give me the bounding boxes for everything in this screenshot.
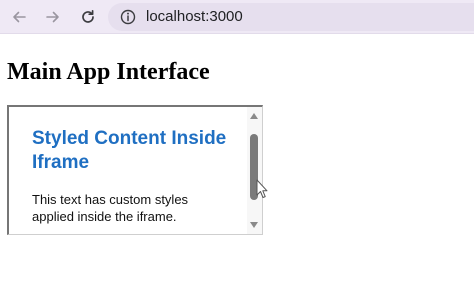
reload-button[interactable] [74,3,102,31]
scroll-down-icon[interactable] [250,222,258,228]
browser-toolbar: localhost:3000 [0,0,474,34]
address-bar[interactable]: localhost:3000 [108,3,474,31]
forward-button[interactable] [39,3,67,31]
reload-icon [82,9,94,23]
back-button[interactable] [5,3,33,31]
arrow-left-icon [13,11,26,23]
arrow-right-icon [46,11,59,23]
mouse-cursor-icon [256,179,268,198]
iframe-heading: Styled Content Inside Iframe [32,128,227,173]
embedded-iframe[interactable]: Styled Content Inside Iframe This text h… [7,105,263,235]
url-text[interactable]: localhost:3000 [146,8,243,26]
site-info-icon[interactable] [120,9,136,25]
page-title: Main App Interface [7,59,210,85]
scroll-up-icon[interactable] [250,113,258,119]
iframe-paragraph: This text has custom styles applied insi… [32,192,189,224]
iframe-scrollbar[interactable] [247,107,262,234]
